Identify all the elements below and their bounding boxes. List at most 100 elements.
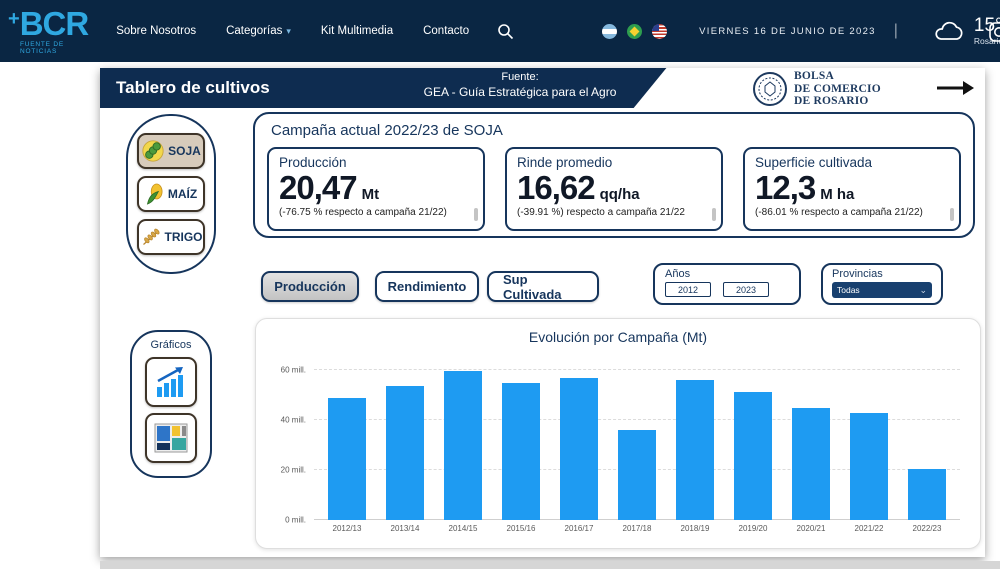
chart-bar[interactable] <box>444 371 481 520</box>
brand-line2: DE COMERCIO <box>794 83 881 96</box>
chart-bar[interactable] <box>734 392 771 520</box>
year-from-input[interactable] <box>665 282 711 297</box>
corn-icon <box>145 182 165 206</box>
metric-label: Superficie cultivada <box>755 155 949 170</box>
brand-line1: BOLSA <box>794 70 881 83</box>
y-tick-label: 0 mill. <box>285 516 306 525</box>
nav-link-categorias[interactable]: Categorías▾ <box>226 25 291 37</box>
bars-container: 2012/132013/142014/152015/162016/172017/… <box>314 357 960 520</box>
crops-dashboard: Tablero de cultivos Fuente: GEA - Guía E… <box>100 68 985 557</box>
chevron-down-icon: ▾ <box>286 26 291 36</box>
bar-slot: 2014/15 <box>434 357 492 520</box>
provinces-filter: Provincias Todas ⌄ <box>821 263 943 305</box>
y-tick-label: 40 mill. <box>281 415 306 424</box>
metric-card-rinde: Rinde promedio 16,62 qq/ha (-39.91 %) re… <box>505 147 723 231</box>
metric-scrollbar[interactable] <box>474 208 478 221</box>
chart-bar[interactable] <box>560 378 597 520</box>
bar-slot: 2018/19 <box>666 357 724 520</box>
plot-area: 2012/132013/142014/152015/162016/172017/… <box>314 357 960 520</box>
metric-value: 12,3 <box>755 171 815 204</box>
logo-text: BCR <box>20 7 89 40</box>
provinces-dropdown-value: Todas <box>837 285 860 295</box>
evolution-chart-card: Evolución por Campaña (Mt) 0 mill. 20 mil… <box>255 318 981 549</box>
tab-rendimiento[interactable]: Rendimiento <box>375 271 479 302</box>
bar-chart-icon <box>154 366 188 398</box>
bcr-logo[interactable]: + BCR FUENTE DE NOTICIAS <box>8 7 88 55</box>
metric-card-produccion: Producción 20,47 Mt (-76.75 % respecto a… <box>267 147 485 231</box>
metric-value: 16,62 <box>517 171 595 204</box>
y-tick-label: 20 mill. <box>281 465 306 474</box>
metric-unit: Mt <box>362 186 380 203</box>
logo-plus-glyph: + <box>8 9 20 29</box>
brazil-flag-icon[interactable] <box>627 24 642 39</box>
metric-unit: qq/ha <box>600 186 640 203</box>
usa-flag-icon[interactable] <box>652 24 667 39</box>
tab-sup-cultivada[interactable]: Sup Cultivada <box>487 271 599 302</box>
metric-change: (-76.75 % respecto a campaña 21/22) <box>279 207 473 223</box>
soybean-icon <box>141 139 165 163</box>
chart-bar[interactable] <box>676 380 713 520</box>
bar-slot: 2013/14 <box>376 357 434 520</box>
metric-label: Producción <box>279 155 473 170</box>
brand-text: BOLSA DE COMERCIO DE ROSARIO <box>794 70 881 108</box>
chevron-down-icon: ⌄ <box>919 285 927 296</box>
chart-bar[interactable] <box>792 408 829 520</box>
nav-link-kit-multimedia[interactable]: Kit Multimedia <box>321 25 393 37</box>
bar-slot: 2022/23 <box>898 357 956 520</box>
crop-button-maiz[interactable]: MAÍZ <box>137 176 205 212</box>
crop-label: MAÍZ <box>168 187 197 201</box>
navbar-divider: | <box>894 22 898 40</box>
argentina-flag-icon[interactable] <box>602 24 617 39</box>
years-filter-label: Años <box>665 268 789 280</box>
bar-slot: 2015/16 <box>492 357 550 520</box>
language-flags <box>602 24 667 39</box>
chart-bar[interactable] <box>618 430 655 520</box>
chart-bar[interactable] <box>908 469 945 520</box>
y-axis: 0 mill.20 mill.40 mill.60 mill. <box>262 357 310 520</box>
bcr-seal-icon <box>752 71 788 107</box>
nav-link-sobre-nosotros[interactable]: Sobre Nosotros <box>116 25 196 37</box>
top-navbar: + BCR FUENTE DE NOTICIAS Sobre Nosotros … <box>0 0 1000 62</box>
chart-bar[interactable] <box>850 413 887 520</box>
dashboard-title: Tablero de cultivos <box>116 78 270 98</box>
logo-tagline: FUENTE DE NOTICIAS <box>20 42 88 55</box>
x-tick-label: 2022/23 <box>892 524 962 533</box>
metrics-row: Producción 20,47 Mt (-76.75 % respecto a… <box>267 147 961 231</box>
crop-button-trigo[interactable]: TRIGO <box>137 219 205 255</box>
crop-label: TRIGO <box>165 230 203 244</box>
next-page-arrow-button[interactable] <box>937 80 975 101</box>
bar-slot: 2020/21 <box>782 357 840 520</box>
nav-link-contacto[interactable]: Contacto <box>423 25 469 37</box>
source-label: Fuente: <box>370 71 670 83</box>
chart-bar[interactable] <box>386 386 423 520</box>
metric-change: (-39.91 %) respecto a campaña 21/22 <box>517 207 711 223</box>
campaign-summary-card: Campaña actual 2022/23 de SOJA Producció… <box>253 112 975 238</box>
metric-change: (-86.01 % respecto a campaña 21/22) <box>755 207 949 223</box>
social-media-icon[interactable] <box>989 22 1000 47</box>
y-tick-label: 60 mill. <box>281 365 306 374</box>
wheat-icon <box>140 227 162 247</box>
crop-button-soja[interactable]: SOJA <box>137 133 205 169</box>
tab-produccion[interactable]: Producción <box>261 271 359 302</box>
bar-slot: 2012/13 <box>318 357 376 520</box>
bar-chart-view-button[interactable] <box>145 357 197 407</box>
crop-label: SOJA <box>168 144 201 158</box>
graficos-label: Gráficos <box>151 339 192 351</box>
nav-links: Sobre Nosotros Categorías▾ Kit Multimedi… <box>116 25 469 37</box>
year-to-input[interactable] <box>723 282 769 297</box>
metric-value: 20,47 <box>279 171 357 204</box>
chart-bar[interactable] <box>502 383 539 520</box>
search-icon[interactable] <box>497 23 514 40</box>
provinces-dropdown[interactable]: Todas ⌄ <box>832 282 932 298</box>
metric-scrollbar[interactable] <box>950 208 954 221</box>
treemap-view-button[interactable] <box>145 413 197 463</box>
years-filter: Años <box>653 263 801 305</box>
metric-card-superficie: Superficie cultivada 12,3 M ha (-86.01 %… <box>743 147 961 231</box>
chart-bar[interactable] <box>328 398 365 520</box>
cloud-icon <box>932 19 966 43</box>
bar-slot: 2016/17 <box>550 357 608 520</box>
chart-title: Evolución por Campaña (Mt) <box>256 329 980 345</box>
dashboard-header: Tablero de cultivos Fuente: GEA - Guía E… <box>100 68 985 108</box>
current-date: VIERNES 16 DE JUNIO DE 2023 <box>699 26 876 37</box>
metric-scrollbar[interactable] <box>712 208 716 221</box>
